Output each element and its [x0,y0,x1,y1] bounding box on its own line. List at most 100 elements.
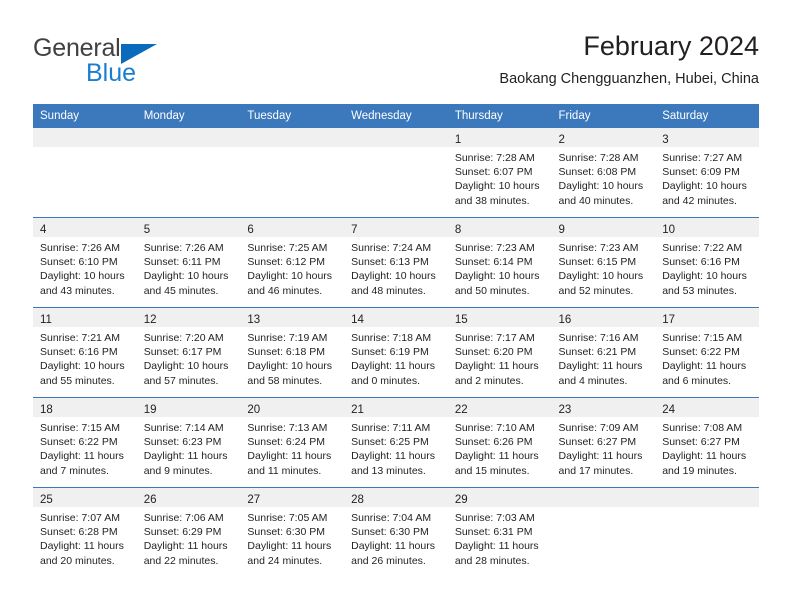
day-cell[interactable]: 8 Sunrise: 7:23 AM Sunset: 6:14 PM Daylight… [447,217,552,308]
day-cell[interactable]: 13 Sunrise: 7:19 AM Sunset: 6:18 PM Dayligh… [240,307,345,398]
sunrise-text: Sunrise: 7:26 AM [143,242,224,254]
day-sun-info: Sunrise: 7:25 AM Sunset: 6:12 PM Daylight:… [240,237,344,298]
daylight-text: Daylight: 11 hours [351,450,435,463]
day-cell-empty [136,128,241,218]
day-number-band: 28 [344,488,448,507]
generalblue-logo: General Blue [33,34,233,90]
day-cell[interactable]: 27 Sunrise: 7:05 AM Sunset: 6:30 PM Dayligh… [240,487,345,577]
day-number: 29 [454,494,468,506]
day-cell[interactable]: 9 Sunrise: 7:23 AM Sunset: 6:15 PM Daylight… [551,217,656,308]
sunrise-text: Sunrise: 7:13 AM [247,422,328,434]
daylight-text: Daylight: 11 hours [662,360,747,373]
day-sun-info: Sunrise: 7:04 AM Sunset: 6:30 PM Daylight:… [344,507,448,568]
daylight-text-cont: and 42 minutes. [662,194,737,207]
day-number: 21 [351,404,364,416]
sunset-text: Sunset: 6:07 PM [454,166,533,179]
day-cell-content: 19 Sunrise: 7:14 AM Sunset: 6:23 PM Dayligh… [136,398,241,487]
sunset-text: Sunset: 6:15 PM [558,256,637,269]
day-sun-info: Sunrise: 7:06 AM Sunset: 6:29 PM Daylight:… [137,507,241,568]
day-cell-content: 27 Sunrise: 7:05 AM Sunset: 6:30 PM Dayligh… [240,488,345,577]
day-cell[interactable]: 4 Sunrise: 7:26 AM Sunset: 6:10 PM Daylight… [33,217,137,308]
daylight-text-cont: and 40 minutes. [558,194,634,207]
day-sun-info: Sunrise: 7:20 AM Sunset: 6:17 PM Daylight:… [137,327,241,388]
daylight-text: Daylight: 11 hours [558,360,643,373]
sunset-text: Sunset: 6:22 PM [662,346,740,359]
weekday-header-friday: Friday [551,104,656,128]
day-number: 25 [40,494,53,506]
day-cell[interactable]: 12 Sunrise: 7:20 AM Sunset: 6:17 PM Dayligh… [136,307,241,398]
sunrise-text: Sunrise: 7:09 AM [558,422,639,434]
day-number: 13 [247,314,261,326]
day-cell[interactable]: 17 Sunrise: 7:15 AM Sunset: 6:22 PM Dayligh… [655,307,759,398]
day-cell[interactable]: 28 Sunrise: 7:04 AM Sunset: 6:30 PM Dayligh… [344,487,448,577]
day-cell[interactable]: 2 Sunrise: 7:28 AM Sunset: 6:08 PM Daylight… [551,128,656,218]
day-number: 23 [558,404,572,416]
day-number-band [240,128,345,147]
sunset-text: Sunset: 6:22 PM [40,436,118,449]
day-cell[interactable]: 19 Sunrise: 7:14 AM Sunset: 6:23 PM Dayligh… [136,397,241,488]
calendar-grid: Sunday Monday Tuesday Wednesday Thursday… [33,104,759,577]
day-cell-content: 23 Sunrise: 7:09 AM Sunset: 6:27 PM Dayligh… [551,398,656,487]
daylight-text: Daylight: 11 hours [454,540,539,553]
day-cell-content: 5 Sunrise: 7:26 AM Sunset: 6:11 PM Daylight… [136,218,241,307]
calendar-week-row: 11 Sunrise: 7:21 AM Sunset: 6:16 PM Dayligh… [33,307,759,398]
day-cell[interactable]: 29 Sunrise: 7:03 AM Sunset: 6:31 PM Dayligh… [447,487,552,577]
sunrise-text: Sunrise: 7:14 AM [143,422,224,434]
calendar-week-row: 1 Sunrise: 7:28 AM Sunset: 6:07 PM Daylight… [33,128,759,218]
day-cell-content: 20 Sunrise: 7:13 AM Sunset: 6:24 PM Dayligh… [240,398,345,487]
sunrise-text: Sunrise: 7:23 AM [454,242,535,254]
day-cell[interactable]: 23 Sunrise: 7:09 AM Sunset: 6:27 PM Dayligh… [551,397,656,488]
day-cell[interactable]: 26 Sunrise: 7:06 AM Sunset: 6:29 PM Dayligh… [136,487,241,577]
day-cell-content: 15 Sunrise: 7:17 AM Sunset: 6:20 PM Dayligh… [447,308,552,397]
sunrise-text: Sunrise: 7:26 AM [40,242,120,254]
sunset-text: Sunset: 6:26 PM [454,436,533,449]
day-cell[interactable]: 24 Sunrise: 7:08 AM Sunset: 6:27 PM Dayligh… [655,397,759,488]
day-cell[interactable]: 3 Sunrise: 7:27 AM Sunset: 6:09 PM Daylight… [655,128,759,218]
daylight-text-cont: and 19 minutes. [662,464,737,477]
day-number: 27 [247,494,261,506]
day-number-band: 23 [551,398,656,417]
calendar-week-row: 25 Sunrise: 7:07 AM Sunset: 6:28 PM Dayligh… [33,487,759,577]
day-number-band: 16 [551,308,656,327]
day-cell[interactable]: 25 Sunrise: 7:07 AM Sunset: 6:28 PM Dayligh… [33,487,137,577]
daylight-text-cont: and 20 minutes. [40,554,115,567]
day-number-band: 26 [136,488,241,507]
day-number: 3 [662,134,669,146]
daylight-text-cont: and 53 minutes. [662,284,737,297]
day-cell[interactable]: 21 Sunrise: 7:11 AM Sunset: 6:25 PM Dayligh… [344,397,448,488]
day-number: 7 [351,224,358,236]
sunrise-text: Sunrise: 7:11 AM [351,422,431,434]
page-subtitle: Baokang Chengguanzhen, Hubei, China [499,71,759,87]
daylight-text: Daylight: 11 hours [247,540,332,553]
day-cell-empty [33,128,137,218]
day-cell[interactable]: 11 Sunrise: 7:21 AM Sunset: 6:16 PM Dayligh… [33,307,137,398]
day-cell-content: 12 Sunrise: 7:20 AM Sunset: 6:17 PM Dayligh… [136,308,241,397]
day-cell[interactable]: 18 Sunrise: 7:15 AM Sunset: 6:22 PM Dayligh… [33,397,137,488]
day-cell[interactable]: 1 Sunrise: 7:28 AM Sunset: 6:07 PM Daylight… [447,128,552,218]
day-cell-empty [655,487,759,577]
day-cell[interactable]: 20 Sunrise: 7:13 AM Sunset: 6:24 PM Dayligh… [240,397,345,488]
day-number: 9 [558,224,565,236]
day-cell-content: 7 Sunrise: 7:24 AM Sunset: 6:13 PM Daylight… [344,218,448,307]
sunrise-text: Sunrise: 7:19 AM [247,332,328,344]
daylight-text-cont: and 43 minutes. [40,284,115,297]
day-cell[interactable]: 5 Sunrise: 7:26 AM Sunset: 6:11 PM Daylight… [136,217,241,308]
day-cell[interactable]: 16 Sunrise: 7:16 AM Sunset: 6:21 PM Dayligh… [551,307,656,398]
sunrise-text: Sunrise: 7:08 AM [662,422,743,434]
daylight-text: Daylight: 11 hours [40,540,124,553]
day-number-band: 21 [344,398,448,417]
weekday-header-wednesday: Wednesday [344,104,448,128]
day-number-band: 9 [551,218,656,237]
day-cell[interactable]: 14 Sunrise: 7:18 AM Sunset: 6:19 PM Dayligh… [344,307,448,398]
sunrise-text: Sunrise: 7:22 AM [662,242,743,254]
sunrise-text: Sunrise: 7:28 AM [558,152,639,164]
day-cell[interactable]: 7 Sunrise: 7:24 AM Sunset: 6:13 PM Daylight… [344,217,448,308]
day-cell[interactable]: 10 Sunrise: 7:22 AM Sunset: 6:16 PM Dayligh… [655,217,759,308]
day-cell[interactable]: 22 Sunrise: 7:10 AM Sunset: 6:26 PM Dayligh… [447,397,552,488]
daylight-text-cont: and 58 minutes. [247,374,323,387]
day-cell-empty [240,128,345,218]
day-cell[interactable]: 15 Sunrise: 7:17 AM Sunset: 6:20 PM Dayligh… [447,307,552,398]
sunset-text: Sunset: 6:18 PM [247,346,326,359]
sunset-text: Sunset: 6:13 PM [351,256,429,269]
day-cell[interactable]: 6 Sunrise: 7:25 AM Sunset: 6:12 PM Daylight… [240,217,345,308]
